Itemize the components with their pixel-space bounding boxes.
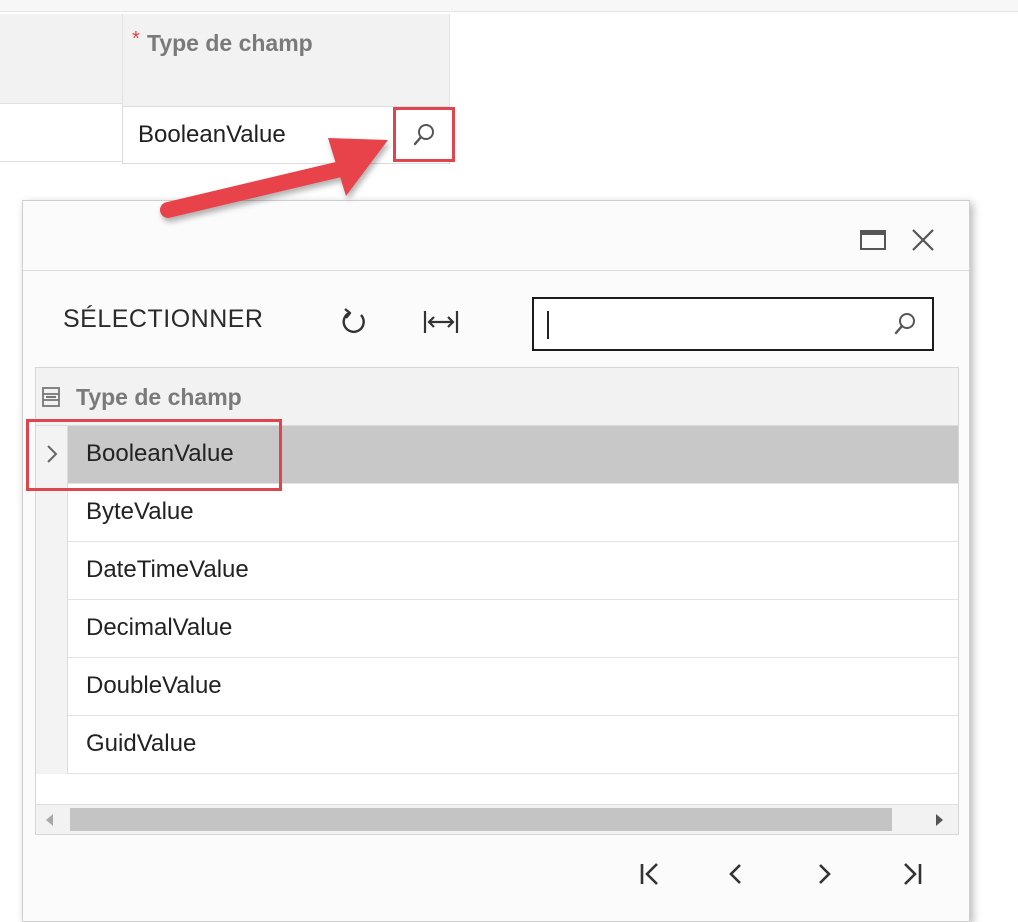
refresh-button[interactable] (337, 305, 371, 339)
select-button[interactable]: SÉLECTIONNER (63, 305, 263, 334)
lookup-search-box[interactable] (532, 297, 934, 351)
refresh-icon (342, 308, 365, 334)
first-page-icon (640, 863, 658, 885)
next-page-icon (819, 864, 831, 884)
next-page-button[interactable] (807, 857, 841, 891)
lookup-button[interactable] (393, 107, 455, 162)
row-selector[interactable] (36, 484, 68, 542)
text-caret (547, 311, 549, 339)
first-page-button[interactable] (633, 857, 667, 891)
prev-page-icon (729, 864, 741, 884)
scrollbar-thumb[interactable] (70, 808, 892, 831)
left-column (0, 14, 122, 164)
fit-to-screen-button[interactable] (421, 307, 461, 337)
grid-row[interactable]: DecimalValue (36, 600, 958, 658)
last-page-icon (904, 863, 922, 885)
top-strip (0, 0, 1018, 12)
lookup-popup: SÉLECTIONNER Type de champ BooleanValue … (22, 200, 970, 922)
row-selector[interactable] (36, 542, 68, 600)
grid-row[interactable]: ByteValue (36, 484, 958, 542)
field-type-header: * Type de champ (122, 14, 450, 106)
grid-header: Type de champ (36, 368, 958, 426)
left-column-header (0, 14, 122, 104)
grid-empty-space (36, 774, 958, 802)
left-column-cell (0, 104, 122, 162)
row-value: GuidValue (86, 730, 197, 757)
row-selector[interactable] (36, 716, 68, 774)
close-button[interactable] (909, 227, 937, 253)
row-value: DateTimeValue (86, 556, 249, 583)
maximize-icon (860, 230, 886, 250)
column-config-icon[interactable] (40, 386, 62, 408)
fit-to-screen-icon (423, 311, 459, 333)
grid-row[interactable]: GuidValue (36, 716, 958, 774)
maximize-button[interactable] (859, 227, 887, 253)
pager (23, 849, 969, 899)
scroll-right-icon[interactable] (936, 814, 943, 826)
prev-page-button[interactable] (719, 857, 753, 891)
last-page-button[interactable] (895, 857, 929, 891)
required-marker: * (132, 28, 140, 50)
highlight-box (26, 419, 282, 491)
field-type-value: BooleanValue (138, 121, 286, 148)
lookup-toolbar: SÉLECTIONNER (23, 291, 969, 351)
row-value: DoubleValue (86, 672, 222, 699)
row-selector[interactable] (36, 658, 68, 716)
row-value: ByteValue (86, 498, 194, 525)
row-selector[interactable] (36, 600, 68, 658)
popup-header (23, 201, 969, 271)
scroll-left-icon[interactable] (46, 814, 53, 826)
magnifier-icon (413, 123, 434, 145)
column-header-label[interactable]: Type de champ (76, 384, 242, 411)
row-value: DecimalValue (86, 614, 233, 641)
grid-row[interactable]: DoubleValue (36, 658, 958, 716)
field-type-header-label: Type de champ (147, 30, 313, 56)
lookup-search-input[interactable] (544, 307, 884, 341)
grid-row[interactable]: DateTimeValue (36, 542, 958, 600)
search-icon (894, 313, 915, 335)
horizontal-scrollbar[interactable] (36, 804, 958, 834)
close-icon (912, 229, 934, 251)
